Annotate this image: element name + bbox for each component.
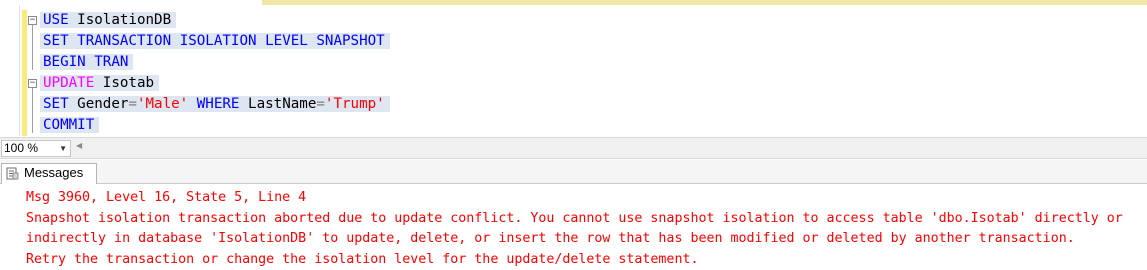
- code-token: [171, 33, 180, 49]
- code-token: =: [316, 96, 325, 112]
- sql-editor[interactable]: USE IsolationDBSET TRANSACTION ISOLATION…: [40, 10, 390, 136]
- code-token: [86, 54, 95, 70]
- code-token: [188, 96, 197, 112]
- code-token: USE: [43, 12, 69, 28]
- selected-code: SET TRANSACTION ISOLATION LEVEL SNAPSHOT: [40, 33, 390, 49]
- code-line[interactable]: BEGIN TRAN: [40, 52, 390, 73]
- editor-gutter: [0, 5, 20, 136]
- message-line: Retry the transaction or change the isol…: [26, 250, 1123, 270]
- code-token: [69, 33, 78, 49]
- code-token: WHERE: [197, 96, 240, 112]
- tab-messages-label: Messages: [24, 165, 83, 180]
- message-line: Msg 3960, Level 16, State 5, Line 4: [26, 188, 1123, 209]
- code-token: ISOLATION: [180, 33, 257, 49]
- code-token: TRAN: [94, 54, 128, 70]
- code-token: 'Trump': [325, 96, 385, 112]
- selected-code: USE IsolationDB: [40, 12, 176, 28]
- code-line[interactable]: COMMIT: [40, 115, 390, 136]
- editor-status-bar: 100 % ▼ ◀: [0, 137, 1147, 159]
- code-token: Gender: [69, 96, 129, 112]
- code-token: TRANSACTION: [77, 33, 171, 49]
- code-line[interactable]: SET Gender='Male' WHERE LastName='Trump': [40, 94, 390, 115]
- fold-guide: [32, 25, 33, 70]
- zoom-dropdown[interactable]: 100 % ▼: [1, 140, 71, 157]
- zoom-value: 100 %: [4, 141, 38, 155]
- editor-top-highlight: [262, 0, 1147, 5]
- code-token: UPDATE: [43, 75, 94, 91]
- code-token: SET: [43, 96, 69, 112]
- tab-messages[interactable]: Messages: [1, 163, 97, 184]
- code-token: [257, 33, 266, 49]
- results-tab-strip: Messages: [0, 160, 1147, 184]
- change-tracking-bar: [22, 10, 27, 136]
- code-token: LastName: [239, 96, 316, 112]
- code-token: 'Male': [137, 96, 188, 112]
- message-line: Snapshot isolation transaction aborted d…: [26, 209, 1123, 230]
- selected-code: UPDATE Isotab: [40, 75, 159, 91]
- scroll-left-icon[interactable]: ◀: [76, 141, 82, 150]
- selected-code: COMMIT: [40, 117, 99, 133]
- code-token: =: [128, 96, 137, 112]
- code-token: BEGIN: [43, 54, 86, 70]
- code-token: LEVEL: [265, 33, 308, 49]
- messages-icon: [6, 167, 19, 180]
- dropdown-arrow-icon[interactable]: ▼: [59, 141, 67, 156]
- selected-code: BEGIN TRAN: [40, 54, 133, 70]
- collapse-box-icon[interactable]: −: [28, 16, 37, 25]
- fold-guide: [32, 88, 33, 133]
- editor-top-border: [0, 0, 1147, 5]
- outline-folds: − −: [28, 10, 40, 136]
- code-token: SET: [43, 33, 69, 49]
- message-line: indirectly in database 'IsolationDB' to …: [26, 229, 1123, 250]
- code-token: COMMIT: [43, 117, 94, 133]
- code-token: SNAPSHOT: [316, 33, 384, 49]
- code-token: IsolationDB: [69, 12, 172, 28]
- code-token: Isotab: [94, 75, 154, 91]
- code-line[interactable]: SET TRANSACTION ISOLATION LEVEL SNAPSHOT: [40, 31, 390, 52]
- code-line[interactable]: USE IsolationDB: [40, 10, 390, 31]
- selected-code: SET Gender='Male' WHERE LastName='Trump': [40, 96, 390, 112]
- messages-panel: Msg 3960, Level 16, State 5, Line 4Snaps…: [26, 188, 1123, 270]
- code-line[interactable]: UPDATE Isotab: [40, 73, 390, 94]
- collapse-box-icon[interactable]: −: [28, 79, 37, 88]
